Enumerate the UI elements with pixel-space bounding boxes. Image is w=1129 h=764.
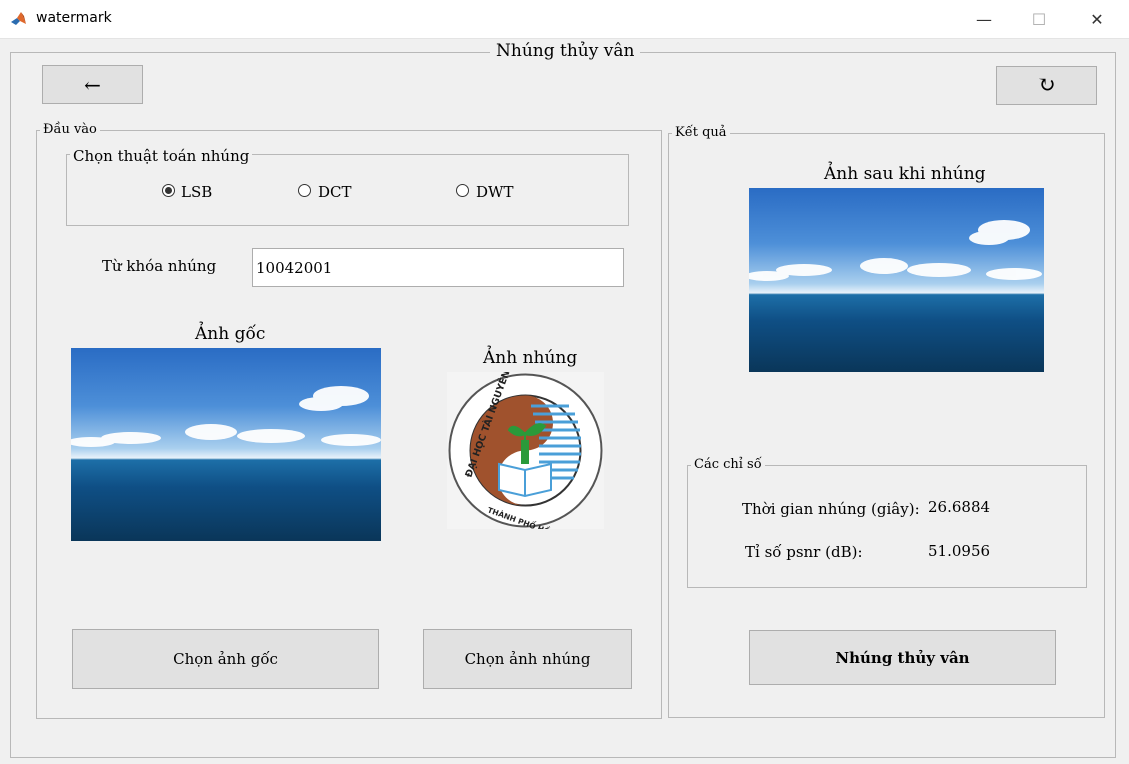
key-field-box (252, 248, 624, 287)
time-value: 26.6884 (928, 498, 991, 516)
radio-dwt-label: DWT (476, 183, 514, 201)
close-button[interactable]: ✕ (1068, 0, 1126, 38)
metrics-group (687, 465, 1087, 588)
algorithm-group-legend: Chọn thuật toán nhúng (70, 147, 253, 165)
input-panel-legend: Đầu vào (40, 122, 100, 137)
matlab-icon (10, 10, 28, 28)
radio-dct[interactable] (298, 184, 311, 197)
key-label: Từ khóa nhúng (102, 257, 217, 275)
radio-lsb[interactable] (162, 184, 175, 197)
choose-original-button[interactable]: Chọn ảnh gốc (72, 629, 379, 689)
page-title: Nhúng thủy vân (490, 41, 641, 61)
refresh-button[interactable]: ↻ (996, 66, 1097, 105)
back-button[interactable]: ← (42, 65, 143, 104)
original-image (71, 348, 381, 541)
psnr-value: 51.0956 (928, 542, 991, 560)
embed-watermark-button[interactable]: Nhúng thủy vân (749, 630, 1056, 685)
watermark-image: ĐẠI HỌC TÀI NGUYÊN VÀ MÔI TRƯỜNG THÀNH P… (447, 372, 604, 529)
window-title: watermark (36, 10, 112, 26)
radio-lsb-label: LSB (181, 183, 213, 201)
key-input[interactable] (253, 249, 623, 286)
psnr-label: Tỉ số psnr (dB): (745, 543, 863, 561)
result-panel-legend: Kết quả (672, 125, 730, 140)
metrics-group-legend: Các chỉ số (691, 457, 765, 472)
radio-dct-label: DCT (318, 183, 352, 201)
result-image-label: Ảnh sau khi nhúng (824, 164, 986, 184)
window-titlebar: watermark — ☐ ✕ (0, 0, 1129, 39)
minimize-button[interactable]: — (955, 0, 1013, 38)
result-image (749, 188, 1044, 372)
maximize-button[interactable]: ☐ (1010, 0, 1068, 38)
original-image-label: Ảnh gốc (195, 324, 266, 344)
watermark-image-label: Ảnh nhúng (483, 348, 578, 368)
choose-watermark-button[interactable]: Chọn ảnh nhúng (423, 629, 632, 689)
university-logo: ĐẠI HỌC TÀI NGUYÊN VÀ MÔI TRƯỜNG THÀNH P… (448, 372, 603, 529)
radio-dwt[interactable] (456, 184, 469, 197)
time-label: Thời gian nhúng (giây): (742, 500, 920, 518)
